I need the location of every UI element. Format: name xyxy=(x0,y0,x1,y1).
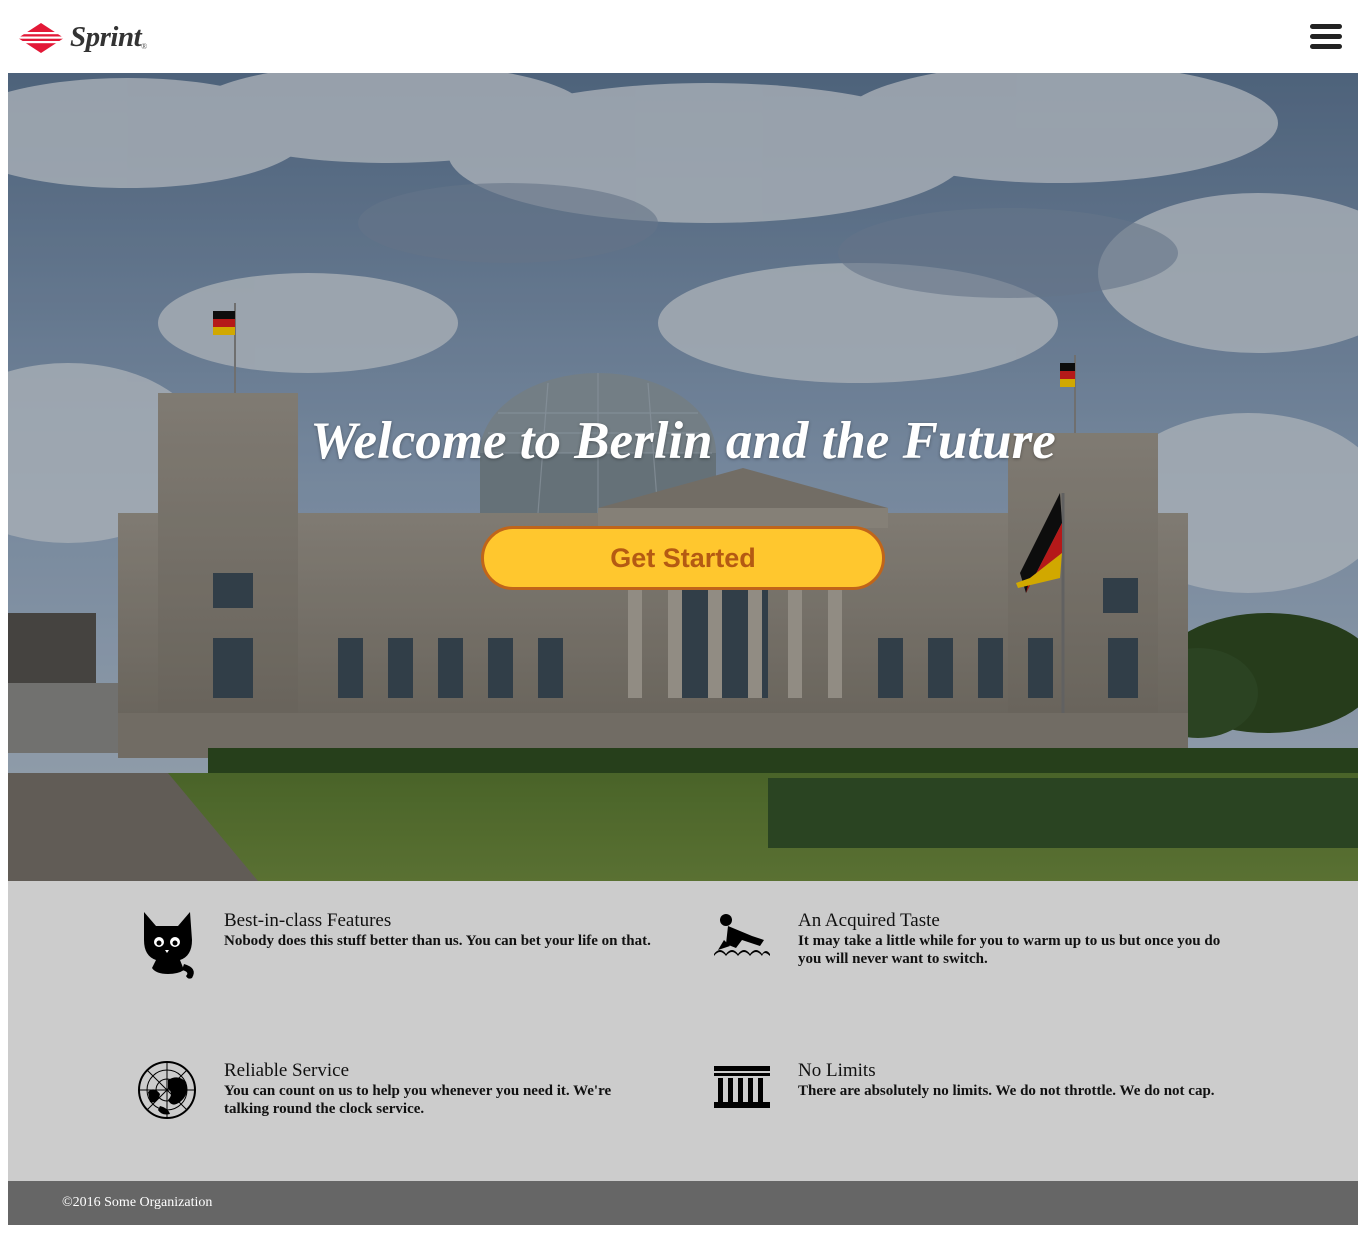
feature-text: It may take a little while for you to wa… xyxy=(798,933,1221,967)
cat-icon xyxy=(144,912,194,979)
sprint-logo[interactable]: Sprint ® xyxy=(16,20,147,56)
menu-bar xyxy=(1310,34,1342,39)
globe-map-icon xyxy=(138,1061,196,1119)
menu-bar xyxy=(1310,24,1342,29)
feature-text: There are absolutely no limits. We do no… xyxy=(798,1083,1215,1099)
columns-building-icon xyxy=(714,1066,770,1108)
site-footer: ©2016 Some Organization xyxy=(8,1181,1358,1225)
swimmer-icon xyxy=(714,914,770,956)
feature-title: No Limits xyxy=(798,1060,876,1081)
hero-overlay xyxy=(8,73,1358,881)
registered-mark: ® xyxy=(141,41,148,51)
feature-title: An Acquired Taste xyxy=(798,910,940,931)
hero-section: Welcome to Berlin and the Future Get Sta… xyxy=(8,73,1358,881)
sprint-diamond-icon xyxy=(16,23,66,53)
hero-title: Welcome to Berlin and the Future xyxy=(310,412,1056,470)
feature-title: Best-in-class Features xyxy=(224,910,392,931)
copyright-text: ©2016 Some Organization xyxy=(62,1195,213,1210)
features-section: Best-in-class Features Nobody does this … xyxy=(8,881,1358,1181)
get-started-button[interactable]: Get Started xyxy=(481,526,885,590)
feature-text: Nobody does this stuff better than us. Y… xyxy=(224,933,651,949)
feature-title: Reliable Service xyxy=(224,1060,350,1081)
hamburger-menu-button[interactable] xyxy=(1310,24,1344,54)
site-header: Sprint ® xyxy=(0,0,1366,73)
menu-bar xyxy=(1310,44,1342,49)
feature-text: You can count on us to help you whenever… xyxy=(224,1083,612,1117)
brand-name: Sprint xyxy=(70,20,142,53)
